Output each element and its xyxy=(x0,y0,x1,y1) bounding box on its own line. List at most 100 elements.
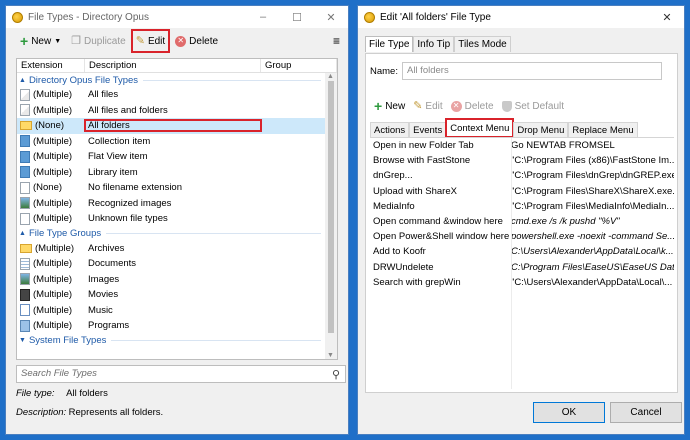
extension-cell: (None) xyxy=(17,181,85,194)
column-description[interactable]: Description xyxy=(85,59,261,72)
group-header[interactable]: ▼ System File Types xyxy=(17,334,325,348)
menu-item-command: cmd.exe /s /k pushd "%V" xyxy=(511,216,620,228)
directory-opus-icon xyxy=(364,11,375,23)
description-cell: All files and folders xyxy=(88,104,168,116)
group-header[interactable]: ▲ File Type Groups xyxy=(17,227,325,241)
cancel-button[interactable]: Cancel xyxy=(610,402,682,423)
column-group[interactable]: Group xyxy=(261,59,337,72)
delete-button[interactable]: ✕ Delete xyxy=(449,95,496,117)
context-menu-row[interactable]: Open command &window here cmd.exe /s /k p… xyxy=(370,214,674,229)
file-type-row[interactable]: (None) No filename extension xyxy=(17,180,325,196)
file-type-row[interactable]: (Multiple) Images xyxy=(17,272,325,288)
extension-cell: (Multiple) xyxy=(17,212,85,225)
menu-item-command: "C:\Program Files\dnGrep\dnGREP.exe... xyxy=(511,170,674,182)
column-extension[interactable]: Extension xyxy=(17,59,85,72)
file-type-row[interactable]: (Multiple) Movies xyxy=(17,287,325,303)
group-divider xyxy=(106,233,321,234)
context-menu-row[interactable]: Open in new Folder Tab Go NEWTAB FROMSEL xyxy=(370,138,674,153)
edit-button[interactable]: ✎ Edit xyxy=(130,29,171,53)
extension-text: (Multiple) xyxy=(33,151,73,163)
extension-text: (Multiple) xyxy=(33,89,73,101)
context-menu-row[interactable]: Search with grepWin "C:\Users\Alexander\A… xyxy=(370,275,674,290)
menu-item-name: Upload with ShareX xyxy=(373,185,457,197)
tab-file-type[interactable]: File Type xyxy=(365,36,414,52)
tab-tiles-mode[interactable]: Tiles Mode xyxy=(454,36,511,52)
plain-file-icon xyxy=(20,181,30,194)
new-button[interactable]: + New ▼ xyxy=(16,30,65,52)
chevron-up-icon[interactable]: ▲ xyxy=(19,77,26,84)
file-type-row[interactable]: (Multiple) Programs xyxy=(17,318,325,334)
plus-icon: + xyxy=(20,33,29,49)
tab-actions[interactable]: Actions xyxy=(370,122,410,137)
extension-text: (Multiple) xyxy=(33,304,73,316)
plus-icon: + xyxy=(374,98,383,114)
toolbar: + New ▼ ❐ Duplicate ✎ Edit ✕ Delete ≡ xyxy=(6,28,348,54)
context-menu-row[interactable]: MediaInfo "C:\Program Files\MediaInfo\Med… xyxy=(370,199,674,214)
menu-item-command: "C:\Program Files\MediaInfo\MediaIn... xyxy=(511,200,674,212)
menu-item-command: "C:\Program Files\ShareX\ShareX.exe... xyxy=(511,185,674,197)
hamburger-menu-icon[interactable]: ≡ xyxy=(333,34,340,48)
edit-file-type-dialog: Edit 'All folders' File Type ✕ File Type… xyxy=(357,5,685,435)
file-type-row[interactable]: (Multiple) Collection item xyxy=(17,134,325,150)
extension-cell: (Multiple) xyxy=(17,243,85,254)
tab-events[interactable]: Events xyxy=(409,122,447,137)
file-type-row[interactable]: (Multiple) Documents xyxy=(17,256,325,272)
title-bar: File Types - Directory Opus – ☐ ✕ xyxy=(6,6,348,28)
vertical-scrollbar[interactable]: ▲ ▼ xyxy=(325,73,337,359)
scroll-up-icon[interactable]: ▲ xyxy=(327,73,334,80)
close-button[interactable]: ✕ xyxy=(650,6,684,28)
close-button[interactable]: ✕ xyxy=(314,6,348,28)
tab-replace-menu[interactable]: Replace Menu xyxy=(568,122,638,137)
file-type-row[interactable]: (Multiple) Archives xyxy=(17,241,325,257)
tab-context-menu[interactable]: Context Menu xyxy=(445,118,515,138)
minimize-button[interactable]: – xyxy=(246,6,280,28)
group-label: System File Types xyxy=(28,335,107,346)
file-type-row[interactable]: (Multiple) Recognized images xyxy=(17,196,325,212)
file-type-row[interactable]: (None) All folders xyxy=(17,118,325,134)
extension-text: (Multiple) xyxy=(33,213,73,225)
maximize-button[interactable]: ☐ xyxy=(280,6,314,28)
extension-text: (Multiple) xyxy=(33,273,73,285)
scrollbar-thumb[interactable] xyxy=(328,81,334,333)
chevron-down-icon[interactable]: ▼ xyxy=(19,337,26,344)
context-menu-row[interactable]: Open Power&Shell window here powershell.e… xyxy=(370,229,674,244)
extension-cell: (Multiple) xyxy=(17,88,85,101)
menu-item-name: Open in new Folder Tab xyxy=(373,140,474,152)
chevron-up-icon[interactable]: ▲ xyxy=(19,230,26,237)
group-header[interactable]: ▲ Directory Opus File Types xyxy=(17,73,325,87)
file-type-row[interactable]: (Multiple) Flat View item xyxy=(17,149,325,165)
extension-text: (None) xyxy=(33,182,63,194)
menu-item-command: C:\Program Files\EaseUS\EaseUS Dat... xyxy=(511,261,674,273)
delete-button[interactable]: ✕ Delete xyxy=(171,30,222,52)
search-input[interactable]: Search File Types ⚲ xyxy=(16,365,346,383)
description-cell: Library item xyxy=(88,166,138,178)
tab-drop-menu[interactable]: Drop Menu xyxy=(513,122,569,137)
file-type-row[interactable]: (Multiple) All files xyxy=(17,87,325,103)
file-type-row[interactable]: (Multiple) Library item xyxy=(17,165,325,181)
file-type-row[interactable]: (Multiple) All files and folders xyxy=(17,103,325,119)
edit-button[interactable]: ✎ Edit xyxy=(411,95,444,117)
scroll-down-icon[interactable]: ▼ xyxy=(327,352,334,359)
context-menu-row[interactable]: Upload with ShareX "C:\Program Files\Shar… xyxy=(370,184,674,199)
context-menu-row[interactable]: dnGrep... "C:\Program Files\dnGrep\dnGREP… xyxy=(370,168,674,183)
extension-text: (Multiple) xyxy=(33,135,73,147)
name-field[interactable]: All folders xyxy=(401,62,662,80)
set-default-button[interactable]: Set Default xyxy=(500,95,566,117)
duplicate-button[interactable]: ❐ Duplicate xyxy=(67,30,130,52)
new-button[interactable]: + New xyxy=(372,95,407,117)
context-menu-row[interactable]: Add to Koofr C:\Users\Alexander\AppData\L… xyxy=(370,244,674,259)
description-value: Represents all folders. xyxy=(68,407,164,418)
img-file-icon xyxy=(20,273,30,286)
file-type-row[interactable]: (Multiple) Unknown file types xyxy=(17,211,325,227)
ok-button[interactable]: OK xyxy=(533,402,605,423)
tab-info-tip[interactable]: Info Tip xyxy=(413,36,455,52)
extension-cell: (Multiple) xyxy=(17,150,85,163)
search-icon[interactable]: ⚲ xyxy=(332,367,340,383)
context-menu-row[interactable]: Browse with FastStone "C:\Program Files (… xyxy=(370,153,674,168)
file-type-row[interactable]: (Multiple) Music xyxy=(17,303,325,319)
context-menu-list: Open in new Folder Tab Go NEWTAB FROMSEL B… xyxy=(370,137,674,389)
menu-item-name: Add to Koofr xyxy=(373,246,426,258)
description-cell: Music xyxy=(88,304,113,316)
context-menu-row[interactable]: DRWUndelete C:\Program Files\EaseUS\EaseU… xyxy=(370,260,674,275)
img-file-icon xyxy=(20,197,30,210)
